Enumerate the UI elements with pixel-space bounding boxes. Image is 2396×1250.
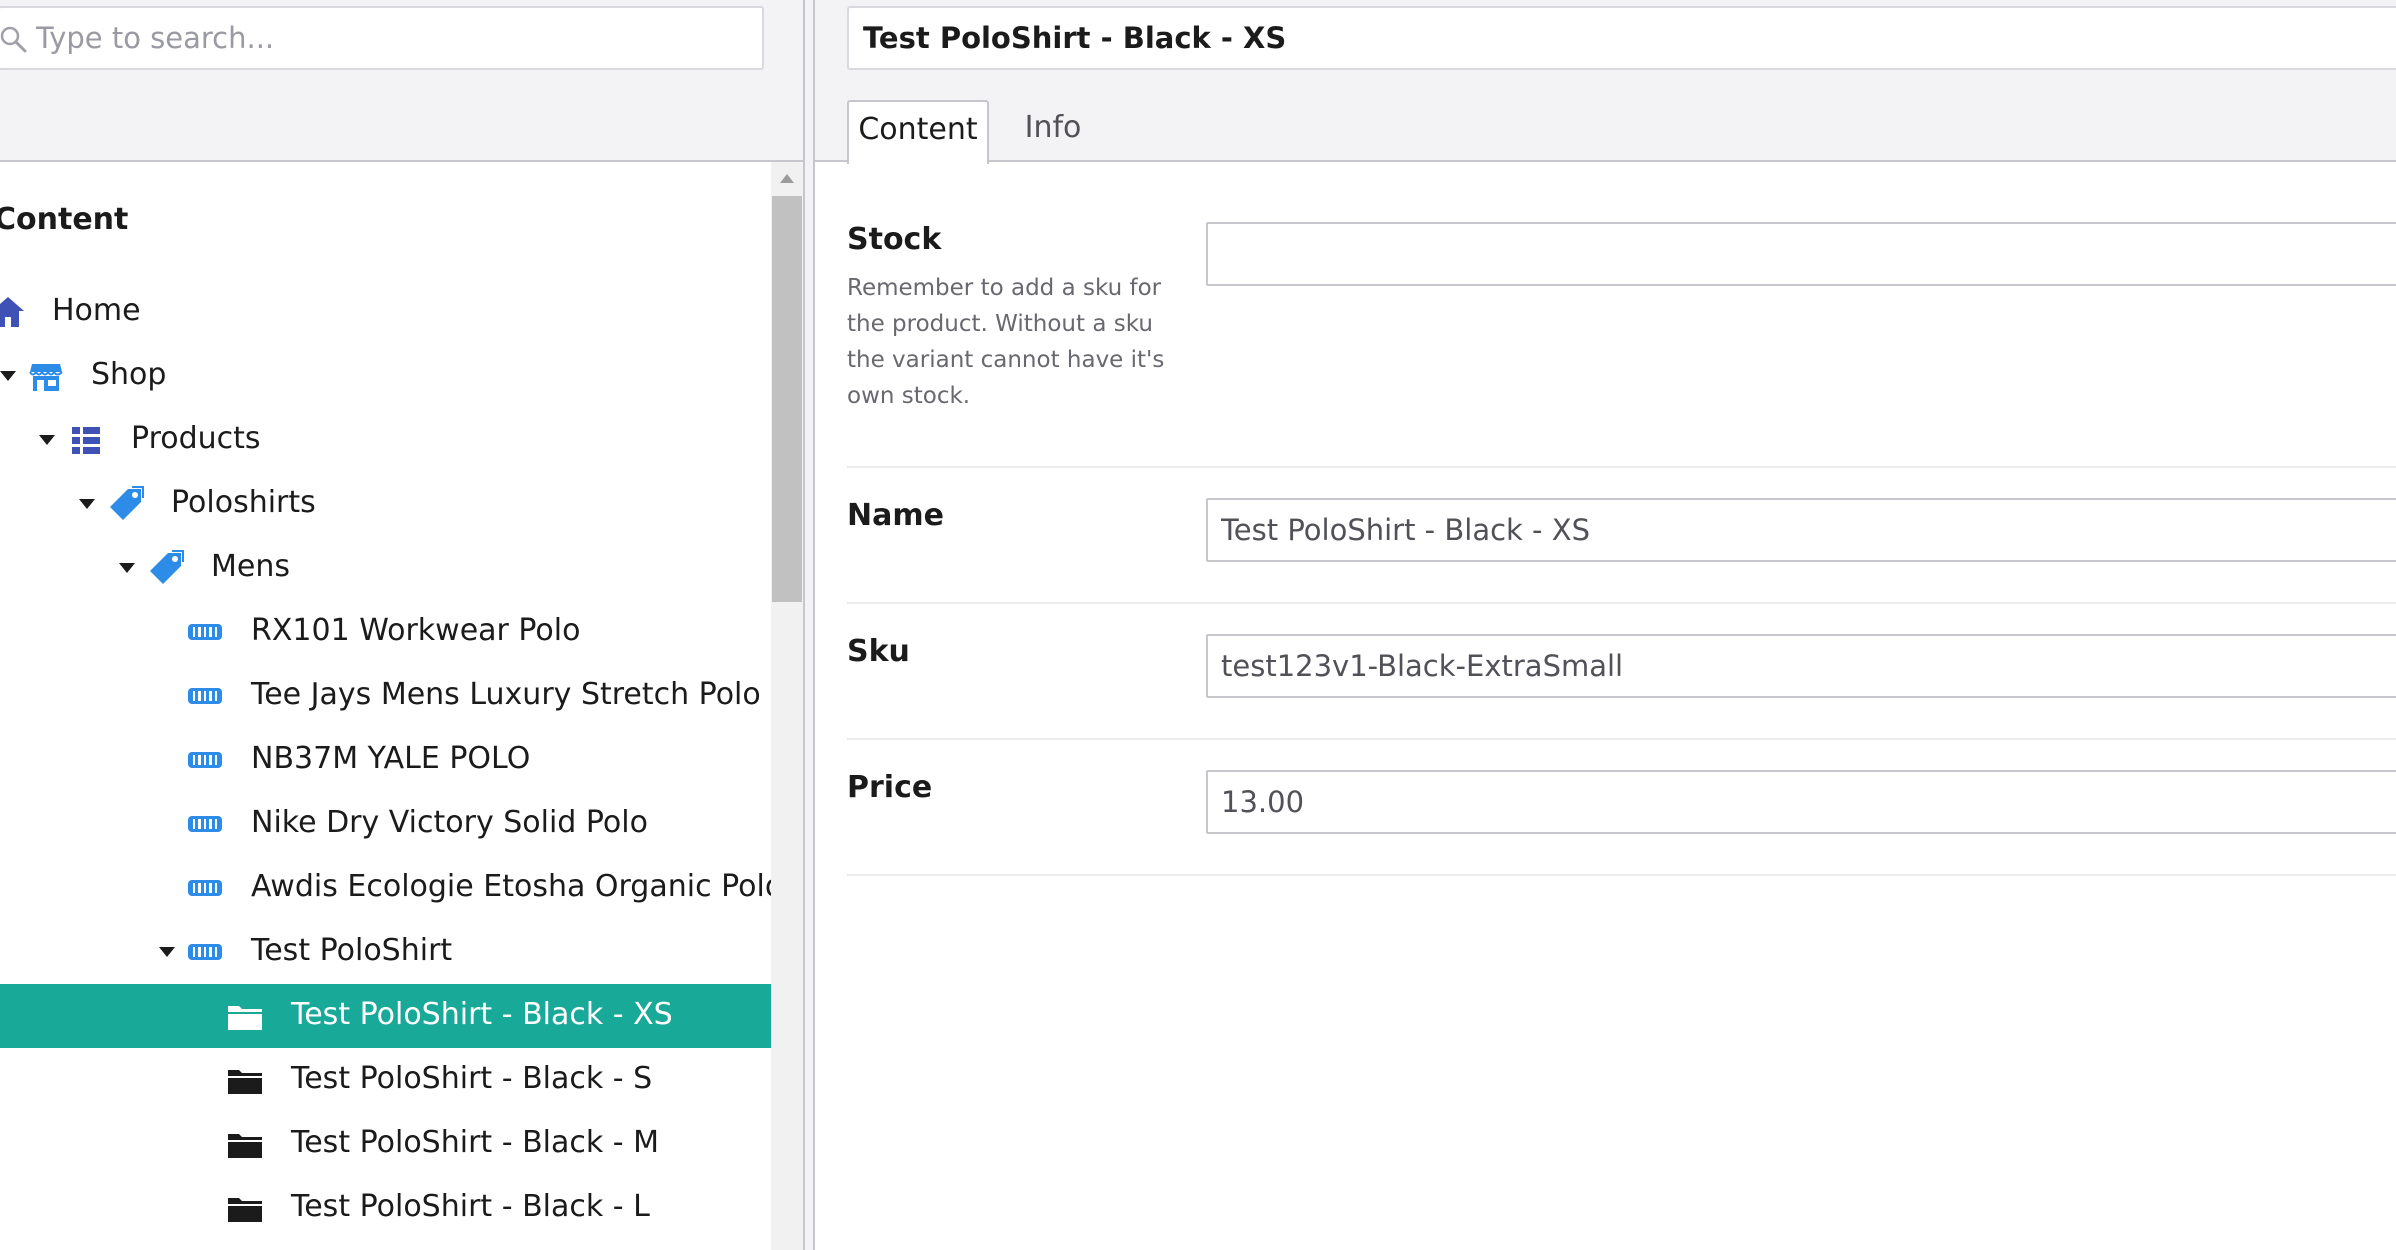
barcode-icon — [188, 944, 222, 960]
tree-node-product[interactable]: NB37M YALE POLO — [0, 728, 771, 792]
search-box[interactable] — [0, 6, 764, 70]
tree-node-label: Test PoloShirt - Black - L — [291, 1189, 650, 1224]
caret-down-icon[interactable] — [39, 435, 55, 445]
tab-info[interactable]: Info — [1011, 100, 1095, 162]
folder-icon — [228, 1006, 262, 1030]
tree-node-label: Home — [52, 293, 141, 328]
tree-node-mens[interactable]: Mens — [0, 536, 771, 600]
tree-node-label: Shop — [91, 357, 167, 392]
barcode-icon — [188, 816, 222, 832]
tree-node-poloshirts[interactable]: Poloshirts — [0, 472, 771, 536]
tab-content[interactable]: Content — [847, 100, 989, 164]
store-icon — [29, 364, 63, 391]
tree-node-products[interactable]: Products — [0, 408, 771, 472]
tree-node-label: Nike Dry Victory Solid Polo — [251, 805, 648, 840]
tree-node-product[interactable]: Awdis Ecologie Etosha Organic Polo Shi — [0, 856, 771, 920]
barcode-icon — [188, 880, 222, 896]
name-field[interactable] — [1206, 498, 2396, 562]
caret-down-icon[interactable] — [159, 947, 175, 957]
tree-header — [0, 0, 803, 162]
divider — [847, 466, 2396, 468]
stock-field[interactable] — [1206, 222, 2396, 286]
divider — [847, 738, 2396, 740]
barcode-icon — [188, 752, 222, 768]
divider — [847, 602, 2396, 604]
name-label: Name — [847, 498, 944, 533]
price-label: Price — [847, 770, 933, 805]
tree-node-test-poloshirt[interactable]: Test PoloShirt — [0, 920, 771, 984]
tree-node-label: Test PoloShirt - Black - XS — [291, 997, 673, 1032]
stock-label: Stock — [847, 222, 942, 257]
search-icon — [0, 26, 27, 53]
scrollbar-thumb[interactable] — [772, 196, 802, 602]
barcode-icon — [188, 624, 222, 640]
tree-scrollbar[interactable] — [771, 162, 803, 1250]
tree-node-variant[interactable]: Test PoloShirt - Black - L — [0, 1176, 771, 1240]
tree-node-label: Products — [131, 421, 261, 456]
barcode-icon — [188, 688, 222, 704]
tree-node-variant[interactable]: Test PoloShirt - Black - S — [0, 1048, 771, 1112]
tree-node-label: Poloshirts — [171, 485, 316, 520]
tree-node-label: RX101 Workwear Polo — [251, 613, 581, 648]
tree-node-product[interactable]: Nike Dry Victory Solid Polo — [0, 792, 771, 856]
caret-down-icon[interactable] — [79, 499, 95, 509]
caret-down-icon[interactable] — [0, 371, 16, 381]
sku-label: Sku — [847, 634, 910, 669]
folder-icon — [228, 1134, 262, 1158]
tree-node-label: Mens — [211, 549, 290, 584]
tree-node-product[interactable]: RX101 Workwear Polo — [0, 600, 771, 664]
tree-node-label: Test PoloShirt - Black - S — [291, 1061, 653, 1096]
panel-resize-handle[interactable] — [803, 0, 815, 1250]
tree-node-variant-selected[interactable]: Test PoloShirt - Black - XS — [0, 984, 771, 1048]
sku-field[interactable] — [1206, 634, 2396, 698]
home-icon — [0, 297, 24, 327]
tag-icon — [110, 486, 144, 520]
content-tree-panel: Content Home Shop Products — [0, 0, 803, 1250]
search-input[interactable] — [36, 16, 736, 60]
node-name-input[interactable] — [847, 6, 2396, 70]
tree-node-home[interactable]: Home — [0, 280, 771, 344]
divider — [847, 874, 2396, 876]
tree-node-label: Tee Jays Mens Luxury Stretch Polo — [251, 677, 761, 712]
tree-node-label: NB37M YALE POLO — [251, 741, 531, 776]
stock-description: Remember to add a sku for the product. W… — [847, 275, 1165, 409]
folder-icon — [228, 1070, 262, 1094]
tree-node-product[interactable]: Tee Jays Mens Luxury Stretch Polo — [0, 664, 771, 728]
tree-node-label: Awdis Ecologie Etosha Organic Polo Shi — [251, 869, 771, 904]
tree-node-label: Test PoloShirt - Black - M — [291, 1125, 660, 1160]
tag-icon — [150, 550, 184, 584]
editor-panel: Content Info Stock Remember to add a sku… — [815, 0, 2396, 1250]
folder-icon — [228, 1198, 262, 1222]
tree-node-variant[interactable]: Test PoloShirt - Black - M — [0, 1112, 771, 1176]
tree-node-label: Test PoloShirt — [251, 933, 453, 968]
caret-down-icon[interactable] — [119, 563, 135, 573]
tree-node-shop[interactable]: Shop — [0, 344, 771, 408]
editor-header: Content Info — [815, 0, 2396, 164]
tree-root-label: Content — [0, 202, 129, 237]
list-icon — [72, 427, 100, 454]
price-field[interactable] — [1206, 770, 2396, 834]
scroll-up-arrow-icon[interactable] — [780, 174, 794, 183]
